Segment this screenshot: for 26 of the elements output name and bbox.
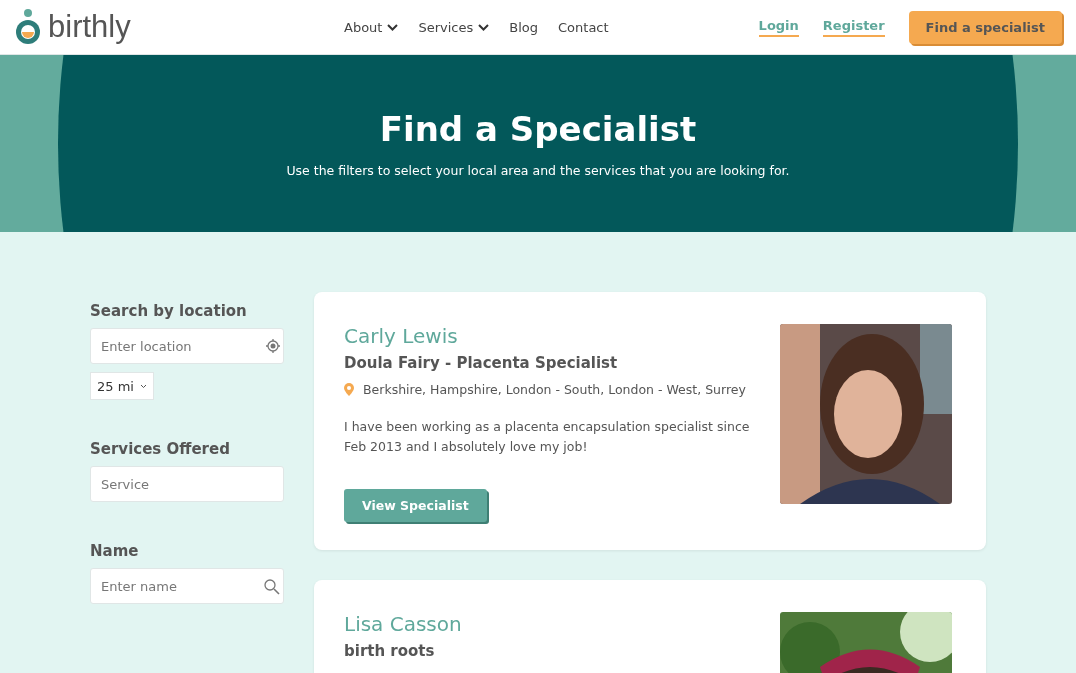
page-subtitle: Use the filters to select your local area and the services that you are looking for.: [286, 163, 790, 178]
business-name: Doula Fairy - Placenta Specialist: [344, 354, 619, 372]
logo-icon: [14, 8, 42, 46]
locate-icon: [266, 339, 280, 353]
chevron-down-icon: [140, 383, 147, 389]
specialist-name: Lisa Casson: [344, 612, 463, 636]
business-name: birth roots: [344, 642, 436, 660]
service-areas: Berkshire, Hampshire, London - South, London - West, Surrey: [363, 382, 746, 397]
specialist-name: Carly Lewis: [344, 324, 459, 348]
filter-label: Name: [90, 542, 140, 560]
nav-link[interactable]: Contact: [558, 19, 609, 35]
filter-label: Services Offered: [90, 440, 231, 458]
filter-label: Search by location: [90, 302, 248, 320]
location-field[interactable]: Enter location: [90, 328, 284, 364]
search-icon: [264, 579, 280, 595]
radius-select[interactable]: 25 mi: [90, 372, 154, 400]
find-specialist-button[interactable]: Find a specialist: [908, 10, 1062, 44]
specialist-bio: I have been working as a placenta encapsulation specialist since Feb 2013 and I absolutely love my job!: [344, 418, 751, 456]
page-title: Find a Specialist: [379, 109, 697, 149]
nav-link[interactable]: Services: [418, 19, 490, 35]
logo-text[interactable]: birthly: [48, 9, 131, 45]
name-field[interactable]: Enter name: [90, 568, 284, 604]
service-field[interactable]: Service: [90, 466, 284, 502]
nav-link[interactable]: Blog: [509, 19, 538, 35]
nav-link[interactable]: About: [344, 19, 399, 35]
location-pin-icon: [344, 383, 354, 396]
